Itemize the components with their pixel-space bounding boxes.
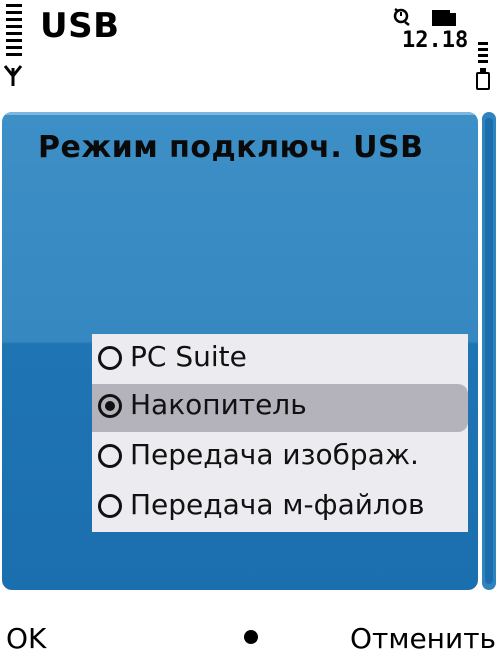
scrollbar-thumb[interactable] [485, 118, 493, 584]
radio-unselected-icon[interactable] [98, 444, 122, 468]
option-label: PC Suite [130, 340, 247, 373]
memory-card-icon [432, 10, 456, 26]
clock: 12.18 [402, 28, 469, 53]
softkey-bar: OK Отменить [0, 600, 500, 666]
antenna-icon [3, 65, 23, 86]
status-bar: USB 12.18 [0, 0, 500, 108]
ok-softkey[interactable]: OK [6, 622, 46, 655]
usb-mode-options-list: PC Suite Накопитель Передача изображ. Пе… [92, 334, 468, 532]
option-label: Передача м-файлов [130, 488, 425, 521]
select-dot-icon[interactable] [244, 630, 258, 644]
option-image-transfer[interactable]: Передача изображ. [92, 434, 468, 482]
option-media-transfer[interactable]: Передача м-файлов [92, 484, 468, 532]
battery-level-icon [476, 42, 490, 90]
radio-unselected-icon[interactable] [98, 346, 122, 370]
radio-selected-icon[interactable] [98, 394, 122, 418]
option-label: Накопитель [130, 388, 307, 421]
option-mass-storage[interactable]: Накопитель [92, 384, 468, 432]
dialog-title: Режим подключ. USB [38, 130, 424, 165]
scrollbar[interactable] [482, 112, 496, 590]
panel-highlight-line [2, 112, 478, 115]
app-title: USB [40, 6, 120, 46]
cancel-softkey[interactable]: Отменить [350, 622, 496, 655]
alarm-clock-icon [393, 7, 410, 26]
radio-unselected-icon[interactable] [98, 494, 122, 518]
option-label: Передача изображ. [130, 438, 419, 471]
option-pc-suite[interactable]: PC Suite [92, 336, 468, 384]
